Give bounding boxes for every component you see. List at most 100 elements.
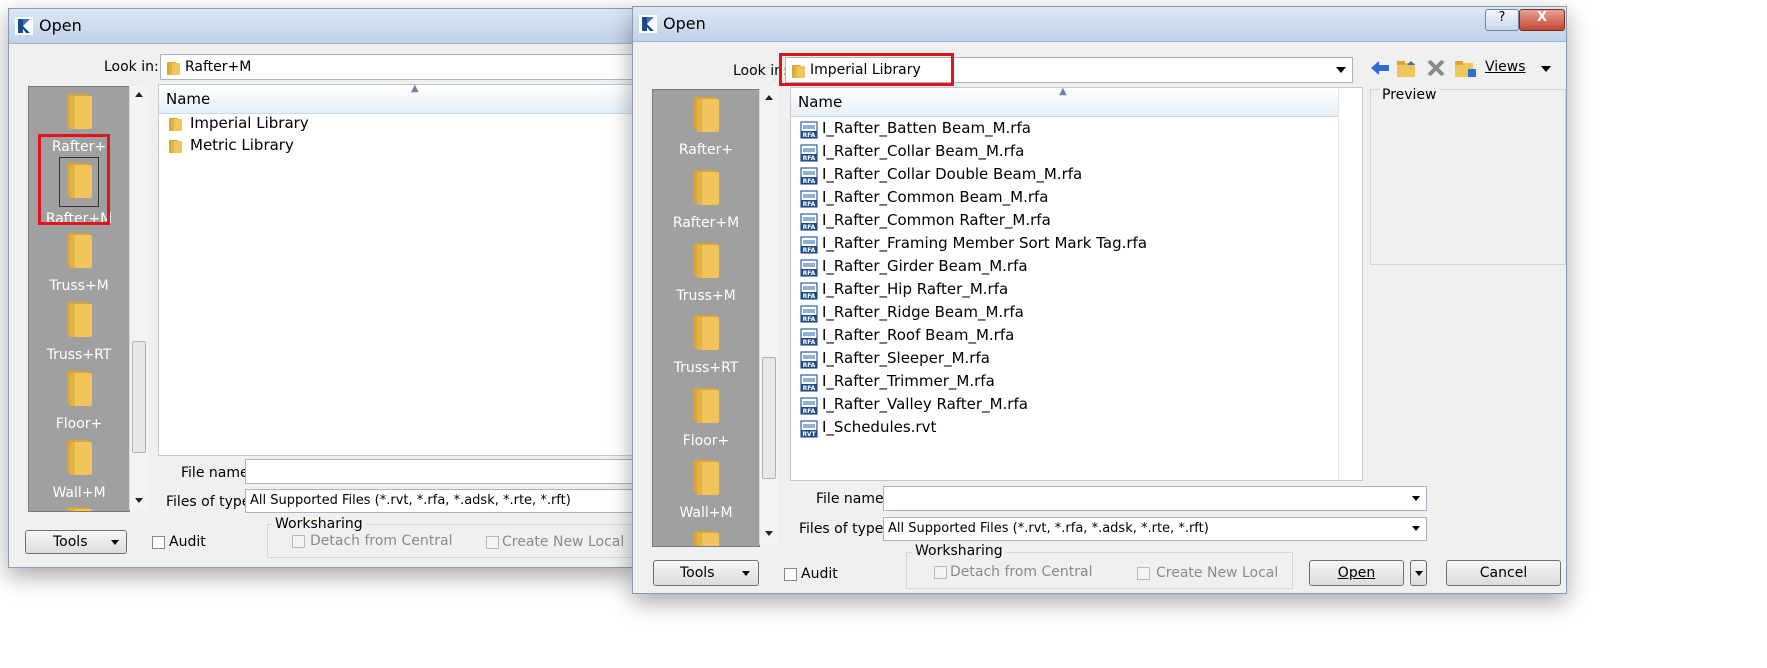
list-item-name: Imperial Library [190,114,309,132]
left-create-local-label: Create New Local [502,534,625,550]
place-label: Wall+M [679,505,733,521]
list-item-name: I_Rafter_Ridge Beam_M.rfa [822,303,1024,321]
folder-icon [168,138,184,154]
scroll-up-icon[interactable] [765,95,773,100]
right-title-bar: Open ? X [633,7,1566,42]
delete-icon[interactable] [1425,57,1447,79]
help-label: ? [1498,10,1506,25]
left-file-name-input[interactable] [245,459,634,484]
list-item-name: I_Rafter_Valley Rafter_M.rfa [822,395,1028,413]
left-places-scrollbar[interactable] [129,86,148,510]
chevron-down-icon [1336,67,1346,73]
right-worksharing-group: Worksharing Detach from Central Create N… [906,543,1293,589]
name-column-label: Name [166,90,211,108]
left-tools-button[interactable]: Tools [25,530,127,554]
left-open-dialog: Open Look in: Rafter+M Rafter+ Rafter+M … [8,8,635,568]
folder-icon [691,457,721,497]
chevron-down-icon [1415,571,1423,576]
left-title-bar: Open [9,9,634,44]
place-label: Truss+M [676,288,736,304]
list-item-name: I_Rafter_Sleeper_M.rfa [822,349,990,367]
right-audit-checkbox[interactable] [784,568,797,581]
left-file-name-label: File name: [181,465,254,481]
left-files-of-type-combo[interactable]: All Supported Files (*.rvt, *.rfa, *.ads… [245,489,634,513]
open-options-button[interactable] [1410,560,1427,586]
left-detach-label: Detach from Central [310,533,453,549]
rfa-file-icon [800,213,818,231]
right-places-bar: Rafter+ Rafter+M Truss+M Truss+RT Floor+… [652,89,760,547]
place-wall-plus-m[interactable]: Wall+M [29,437,129,501]
place-floor-plus[interactable]: Floor+ [653,385,759,449]
views-dropdown-icon[interactable] [1541,66,1551,72]
name-column-label: Name [798,93,843,111]
right-detach-label: Detach from Central [950,564,1093,580]
scroll-thumb[interactable] [762,357,776,479]
rfa-file-icon [800,236,818,254]
left-create-local-checkbox[interactable] [486,536,499,549]
rfa-file-icon [800,190,818,208]
place-rafter-plus[interactable]: Rafter+ [653,94,759,158]
right-tools-label: Tools [680,565,715,581]
place-truss-plus-rt[interactable]: Truss+RT [653,312,759,376]
folder-icon [64,230,94,270]
close-icon: X [1536,10,1548,25]
left-place-highlight [38,134,110,225]
help-button[interactable]: ? [1485,9,1519,31]
left-audit-checkbox[interactable] [152,536,165,549]
list-item-name: I_Rafter_Batten Beam_M.rfa [822,119,1031,137]
folder-icon [691,385,721,425]
list-item-name: I_Rafter_Roof Beam_M.rfa [822,326,1015,344]
right-detach-checkbox[interactable] [934,566,947,579]
back-icon[interactable] [1369,57,1391,79]
place-label: Rafter+M [672,215,740,231]
left-look-in-combo[interactable]: Rafter+M [160,54,634,80]
name-column-header[interactable]: Name ▲ [791,88,1338,117]
cancel-button[interactable]: Cancel [1446,560,1561,586]
preview-label: Preview [1380,87,1439,103]
left-detach-checkbox[interactable] [292,535,305,548]
place-rafter-plus-m[interactable]: Rafter+M [653,167,759,231]
place-wall-plus-m[interactable]: Wall+M [653,457,759,521]
place-truss-plus-m[interactable]: Truss+M [653,240,759,304]
close-button[interactable]: X [1519,9,1565,31]
list-item-name: I_Rafter_Framing Member Sort Mark Tag.rf… [822,234,1148,252]
right-dialog-title: Open [663,14,706,33]
up-folder-icon[interactable] [1395,57,1419,79]
right-tools-button[interactable]: Tools [653,560,759,586]
folder-icon [168,116,184,132]
rfa-file-icon [800,305,818,323]
name-column-header[interactable]: Name ▲ [159,85,634,114]
rfa-file-icon [800,374,818,392]
list-item-name: Metric Library [190,136,294,154]
right-file-list: Name ▲ I_Rafter_Batten Beam_M.rfa I_Raft… [790,87,1363,481]
place-label: Floor+ [682,433,730,449]
new-folder-icon[interactable] [1453,57,1477,79]
open-button[interactable]: Open [1309,560,1404,586]
place-truss-plus-m[interactable]: Truss+M [29,230,129,294]
folder-icon [691,528,721,547]
folder-icon [691,167,721,207]
rfa-file-icon [800,351,818,369]
right-create-local-checkbox[interactable] [1137,567,1150,580]
scroll-down-icon[interactable] [135,498,143,503]
list-item-name: I_Rafter_Hip Rafter_M.rfa [822,280,1009,298]
right-places-scrollbar[interactable] [759,89,778,545]
left-worksharing-title: Worksharing [272,516,366,532]
folder-icon [691,94,721,134]
list-item-name: I_Rafter_Collar Double Beam_M.rfa [822,165,1083,183]
folder-icon [691,312,721,352]
right-open-dialog: Open ? X Look in: Imperial Library Views… [632,6,1567,594]
scroll-down-icon[interactable] [765,531,773,536]
place-truss-plus-rt[interactable]: Truss+RT [29,299,129,363]
place-floor-plus[interactable]: Floor+ [29,368,129,432]
cancel-label: Cancel [1479,565,1528,581]
right-files-of-type-combo[interactable]: All Supported Files (*.rvt, *.rfa, *.ads… [883,517,1427,541]
place-more[interactable] [653,528,759,547]
scroll-up-icon[interactable] [135,92,143,97]
left-tools-label: Tools [53,534,88,550]
right-file-name-input[interactable] [883,486,1427,511]
scroll-thumb[interactable] [132,341,146,453]
right-audit-label: Audit [801,566,838,582]
views-button[interactable]: Views [1485,59,1526,75]
place-more[interactable] [29,504,129,512]
